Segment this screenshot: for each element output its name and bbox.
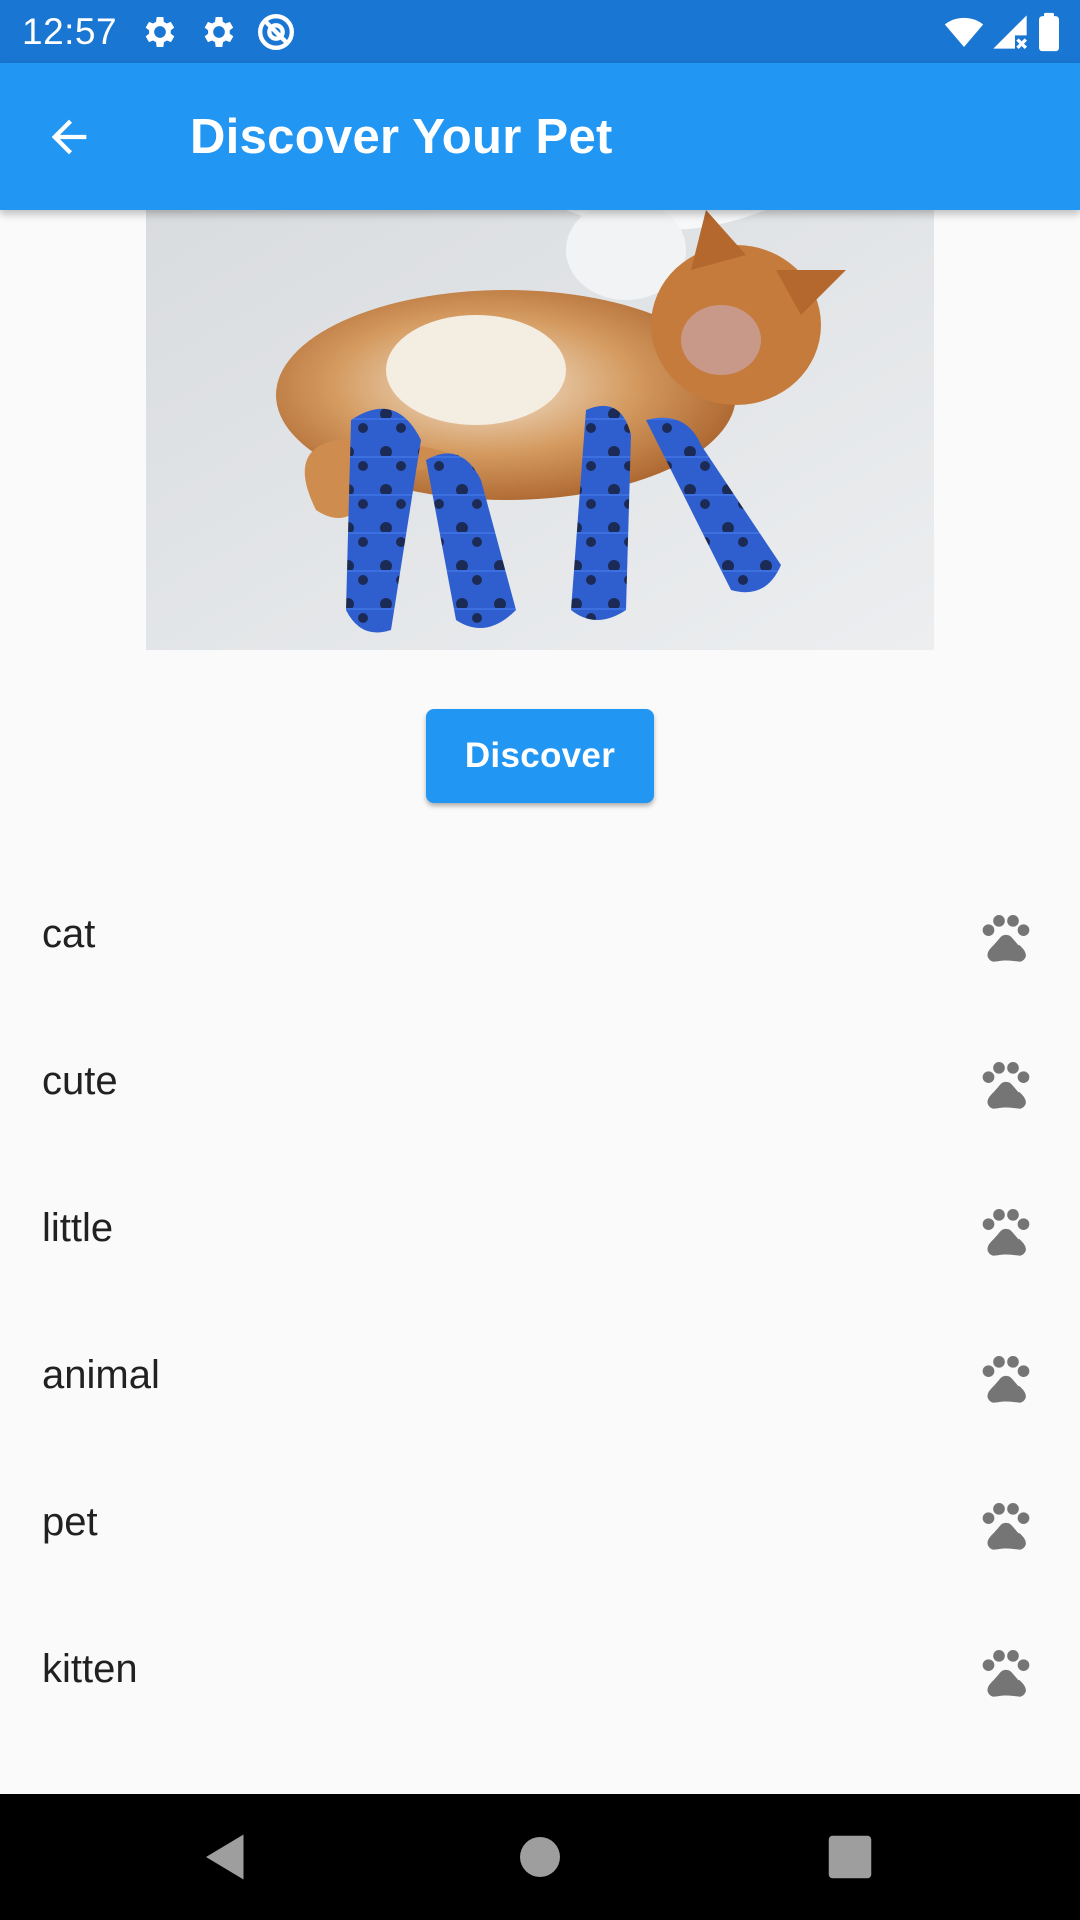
tag-label: animal: [42, 1353, 160, 1397]
list-item-partial: [0, 1744, 1080, 1794]
paw-icon: [978, 1643, 1034, 1699]
home-circle-icon[interactable]: [510, 1827, 570, 1887]
paw-icon: [978, 1055, 1034, 1111]
tag-list: cat cute little animal pet kitten: [0, 862, 1080, 1794]
gear-icon: [140, 12, 180, 52]
paw-icon: [978, 1202, 1034, 1258]
discover-button[interactable]: Discover: [426, 709, 654, 803]
paw-icon: [978, 1496, 1034, 1552]
paw-icon: [978, 1349, 1034, 1405]
list-item[interactable]: kitten: [0, 1597, 1080, 1744]
paw-icon: [978, 908, 1034, 964]
battery-icon: [1034, 12, 1064, 52]
status-time: 12:57: [22, 11, 118, 52]
navigation-bar: [0, 1794, 1080, 1920]
status-bar: 12:57: [0, 0, 1080, 63]
list-item[interactable]: animal: [0, 1303, 1080, 1450]
screen: 12:57 Discover Your Pet Discover cat cut…: [0, 0, 1080, 1920]
list-item[interactable]: little: [0, 1156, 1080, 1303]
gear-icon: [199, 12, 239, 52]
list-item[interactable]: cute: [0, 1009, 1080, 1156]
wifi-icon: [942, 12, 986, 52]
pet-photo: [146, 210, 934, 650]
list-item[interactable]: pet: [0, 1450, 1080, 1597]
signal-icon: [990, 12, 1030, 52]
tag-label: kitten: [42, 1647, 138, 1691]
app-bar: Discover Your Pet: [0, 63, 1080, 210]
tag-label: cute: [42, 1059, 118, 1103]
page-title: Discover Your Pet: [190, 110, 613, 164]
tag-label: pet: [42, 1500, 98, 1544]
recents-square-icon[interactable]: [820, 1827, 880, 1887]
arrow-back-icon: [51, 119, 87, 155]
back-triangle-icon[interactable]: [196, 1827, 256, 1887]
back-button[interactable]: [34, 102, 104, 172]
list-item[interactable]: cat: [0, 862, 1080, 1009]
at-sign-icon: [256, 12, 296, 52]
tag-label: little: [42, 1206, 114, 1250]
tag-label: cat: [42, 912, 96, 956]
